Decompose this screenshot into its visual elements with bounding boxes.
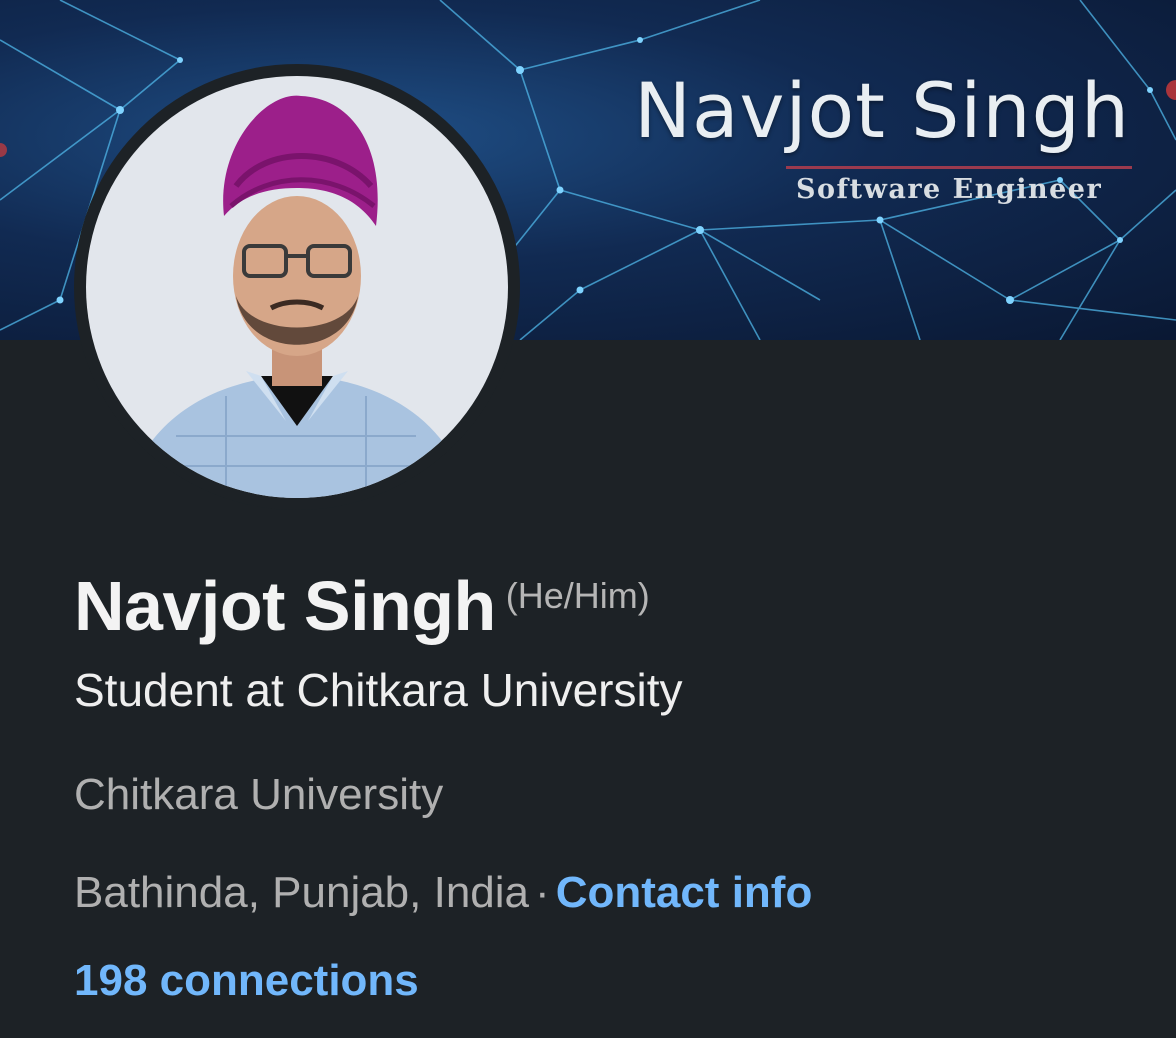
location-text: Bathinda, Punjab, India [74,868,530,917]
person-portrait [86,76,508,498]
education-link[interactable]: Chitkara University [74,770,443,820]
separator: · [535,868,550,917]
banner-subtitle: Software Engineer [796,174,1103,205]
banner-title: Navjot Singh [634,66,1130,155]
profile-photo[interactable] [74,64,520,510]
profile-name: Navjot Singh [74,567,496,645]
location-row: Bathinda, Punjab, India · Contact info [74,868,812,918]
banner-divider [786,166,1132,169]
profile-headline: Student at Chitkara University [74,664,683,716]
contact-info-link[interactable]: Contact info [556,868,813,917]
pronouns: (He/Him) [505,575,650,616]
connections-link[interactable]: 198 connections [74,956,419,1006]
